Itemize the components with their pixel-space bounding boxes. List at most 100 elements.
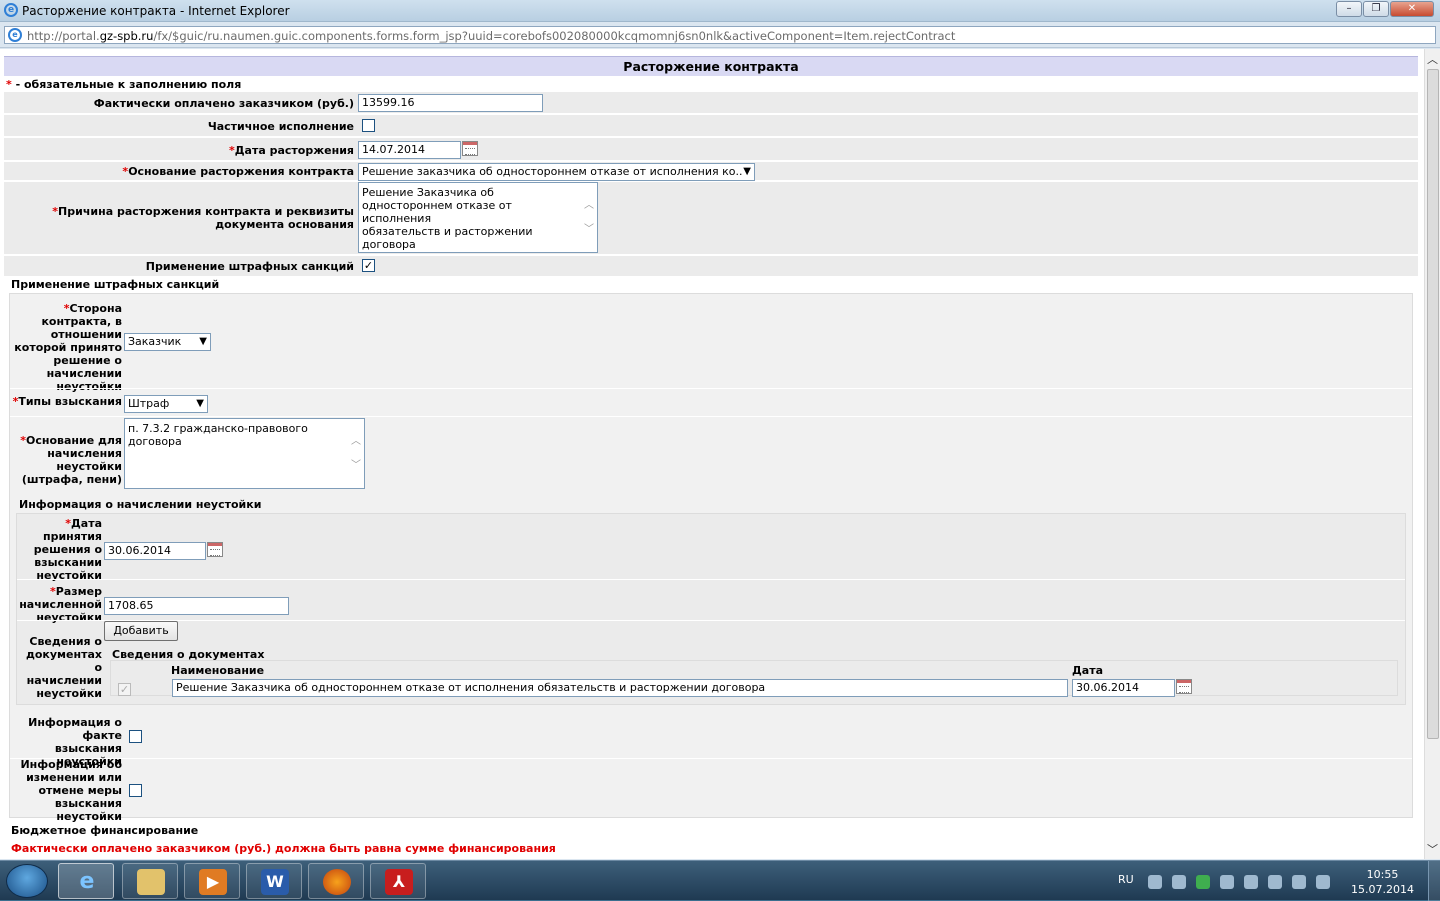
basis-row: *Основание расторжения контракта Решение… [4, 162, 1418, 181]
change-checkbox[interactable] [129, 784, 142, 797]
scroll-down-icon[interactable]: ﹀ [1427, 841, 1438, 857]
security-icon[interactable] [1196, 875, 1210, 889]
taskbar-acrobat[interactable]: ⅄ [370, 863, 426, 899]
scroll-down-icon[interactable]: ﹀ [584, 223, 594, 236]
taskbar-word[interactable]: W [246, 863, 302, 899]
firefox-icon [323, 869, 351, 895]
basis-label: *Основание расторжения контракта [122, 165, 354, 178]
power-icon[interactable] [1268, 875, 1282, 889]
col-date-header: Дата [1072, 664, 1104, 677]
divider [17, 620, 1405, 621]
penalty-checkbox[interactable]: ✓ [362, 259, 375, 272]
chevron-down-icon: ▼ [196, 398, 204, 409]
penalty-row: Применение штрафных санкций ✓ [4, 256, 1418, 277]
types-label: *Типы взыскания [12, 395, 122, 408]
termination-date-input[interactable]: 14.07.2014 [358, 141, 461, 159]
clock[interactable]: 10:55 15.07.2014 [1351, 867, 1414, 897]
url-path: /fx/$guic/ru.naumen.guic.components.form… [153, 29, 956, 43]
start-button[interactable] [6, 864, 48, 898]
tray-app-icon[interactable] [1220, 875, 1234, 889]
partial-checkbox[interactable] [362, 119, 375, 132]
vertical-scrollbar[interactable]: ︿ ﹀ [1424, 49, 1440, 859]
scroll-up-icon[interactable]: ︿ [351, 435, 361, 448]
title-bar: e Расторжение контракта - Internet Explo… [0, 0, 1440, 22]
clock-time: 10:55 [1366, 868, 1399, 881]
page-icon: e [8, 28, 22, 42]
col-name-header: Наименование [171, 664, 265, 677]
network-icon[interactable] [1148, 875, 1162, 889]
doc-date-input[interactable]: 30.06.2014 [1072, 679, 1175, 697]
calendar-icon[interactable] [462, 141, 478, 156]
scroll-down-icon[interactable]: ﹀ [351, 459, 361, 472]
termination-date-label: *Дата расторжения [228, 144, 354, 157]
decision-date-label: *Дата принятия решения о взыскании неуст… [33, 517, 102, 582]
taskbar-explorer[interactable] [122, 863, 178, 899]
browser-window: e Расторжение контракта - Internet Explo… [0, 0, 1440, 860]
clock-date: 15.07.2014 [1351, 883, 1414, 896]
minimize-button[interactable]: – [1336, 1, 1362, 17]
url-prefix: http://portal. [27, 29, 100, 43]
reason-label: *Причина расторжения контракта и реквизи… [52, 205, 354, 231]
types-select[interactable]: Штраф ▼ [124, 395, 208, 413]
required-note: * - обязательные к заполнению поля [6, 78, 242, 91]
penalty-basis-label: *Основание для начисления неустойки (штр… [20, 434, 122, 486]
flag-icon[interactable] [1244, 875, 1258, 889]
divider [10, 416, 1412, 417]
amount-input[interactable]: 1708.65 [104, 597, 289, 615]
display-icon[interactable] [1316, 875, 1330, 889]
doc-name-input[interactable]: Решение Заказчика об одностороннем отказ… [172, 679, 1068, 697]
device-icon[interactable] [1172, 875, 1186, 889]
address-bar: e http://portal.gz-spb.ru/fx/$guic/ru.na… [0, 22, 1440, 48]
basis-selected-value: Решение заказчика об одностороннем отказ… [362, 165, 743, 178]
system-tray: RU 10:55 15.07.2014 [1110, 861, 1440, 901]
partial-row: Частичное исполнение [4, 115, 1418, 137]
scroll-up-icon[interactable]: ︿ [584, 199, 594, 212]
divider [17, 579, 1405, 580]
ie-icon: e [4, 3, 18, 17]
chevron-down-icon: ▼ [743, 166, 751, 177]
maximize-button[interactable]: ❐ [1363, 1, 1389, 17]
divider [10, 758, 1412, 759]
party-select[interactable]: Заказчик ▼ [124, 333, 211, 351]
reason-row: *Причина расторжения контракта и реквизи… [4, 182, 1418, 255]
add-document-button[interactable]: Добавить [104, 621, 178, 641]
penalty-basis-textarea[interactable]: п. 7.3.2 гражданско-правового договора ︿ ﹀ [124, 418, 365, 489]
volume-icon[interactable] [1292, 875, 1306, 889]
taskbar-media[interactable]: ▶ [184, 863, 240, 899]
calendar-icon[interactable] [207, 542, 223, 557]
window-controls: – ❐ ✕ [1335, 1, 1434, 17]
amount-label: *Размер начисленной неустойки [19, 585, 102, 624]
scrollbar-thumb[interactable] [1427, 69, 1439, 739]
decision-date-input[interactable]: 30.06.2014 [104, 542, 206, 560]
show-desktop-button[interactable] [1428, 861, 1440, 901]
paid-label: Фактически оплачено заказчиком (руб.) [93, 97, 354, 110]
basis-select[interactable]: Решение заказчика об одностороннем отказ… [358, 163, 755, 181]
taskbar-ie[interactable]: e [58, 863, 114, 899]
termination-date-row: *Дата расторжения 14.07.2014 [4, 138, 1418, 161]
chevron-down-icon: ▼ [199, 336, 207, 347]
budget-section-title: Бюджетное финансирование [11, 824, 199, 837]
doc-row-checkbox[interactable]: ✓ [118, 683, 131, 696]
form-header: Расторжение контракта [4, 56, 1418, 76]
types-selected-value: Штраф [128, 397, 170, 410]
url-field[interactable]: e http://portal.gz-spb.ru/fx/$guic/ru.na… [4, 26, 1436, 44]
paid-amount-input[interactable]: 13599.16 [358, 94, 543, 112]
fact-checkbox[interactable] [129, 730, 142, 743]
reason-textarea[interactable]: Решение Заказчика об одностороннем отказ… [358, 182, 598, 253]
accrual-info-panel: *Дата принятия решения о взыскании неуст… [16, 513, 1406, 705]
party-selected-value: Заказчик [128, 335, 182, 348]
accrual-info-title: Информация о начислении неустойки [19, 498, 262, 511]
penalties-section-title: Применение штрафных санкций [11, 278, 220, 291]
taskbar-firefox[interactable] [308, 863, 364, 899]
scroll-up-icon[interactable]: ︿ [1427, 51, 1438, 67]
language-indicator[interactable]: RU [1118, 873, 1134, 886]
url-host: gz-spb.ru [99, 29, 154, 43]
window-title: Расторжение контракта - Internet Explore… [22, 4, 290, 18]
party-label: *Сторона контракта, в отношении которой … [14, 302, 122, 393]
internet-explorer-icon: e [79, 869, 95, 894]
reason-text: Решение Заказчика об одностороннем отказ… [362, 186, 533, 251]
close-button[interactable]: ✕ [1390, 1, 1434, 17]
calendar-icon[interactable] [1176, 679, 1192, 694]
penalty-basis-text: п. 7.3.2 гражданско-правового договора [128, 422, 308, 448]
docs-table: Наименование Дата ✓ Решение Заказчика об… [110, 660, 1398, 697]
